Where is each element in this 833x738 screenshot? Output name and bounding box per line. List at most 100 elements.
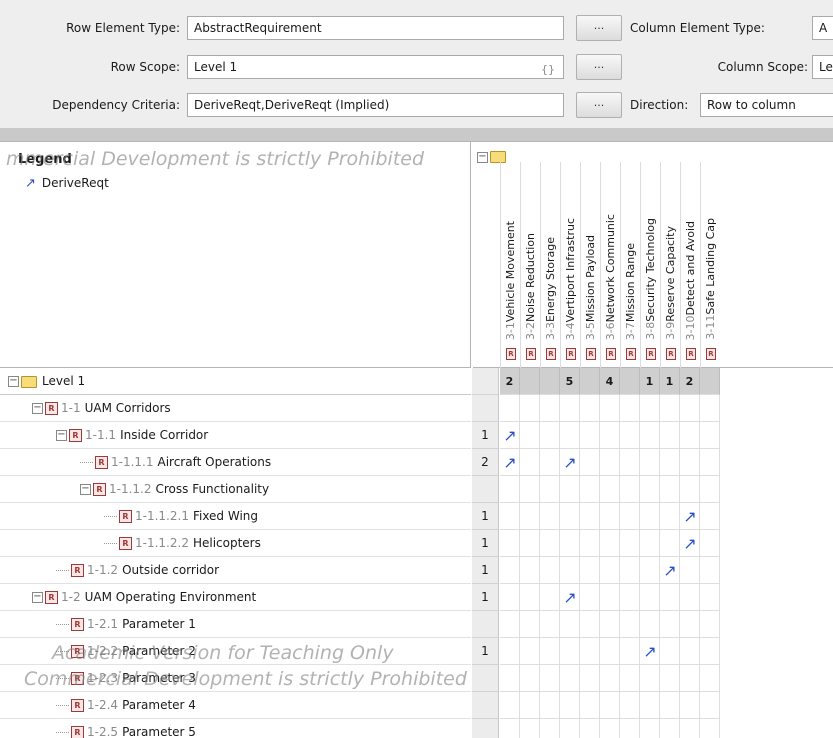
column-header-7[interactable]: 3-7Mission Range R	[620, 162, 640, 368]
matrix-cell[interactable]	[580, 611, 600, 638]
matrix-cell[interactable]	[600, 395, 620, 422]
matrix-cell[interactable]	[560, 611, 580, 638]
row-element-type-field[interactable]: AbstractRequirement	[187, 16, 564, 40]
column-header-8[interactable]: 3-8Security Technolog R	[640, 162, 660, 368]
matrix-cell[interactable]	[640, 665, 660, 692]
matrix-cell[interactable]	[600, 584, 620, 611]
matrix-cell[interactable]	[540, 503, 560, 530]
matrix-cell[interactable]	[640, 422, 660, 449]
matrix-cell[interactable]	[600, 476, 620, 503]
matrix-cell[interactable]	[540, 530, 560, 557]
column-header-3[interactable]: 3-3Energy Storage R	[540, 162, 560, 368]
row-element-type-pick-button[interactable]: ...	[576, 15, 622, 41]
column-header-1[interactable]: 3-1Vehicle Movement R	[500, 162, 520, 368]
matrix-cell[interactable]	[660, 422, 680, 449]
matrix-cell[interactable]	[660, 449, 680, 476]
matrix-cell[interactable]	[580, 503, 600, 530]
matrix-cell[interactable]	[560, 395, 580, 422]
direction-select[interactable]: Row to column	[700, 93, 833, 117]
matrix-cell[interactable]	[600, 449, 620, 476]
column-header-9[interactable]: 3-9Reserve Capacity R	[660, 162, 680, 368]
matrix-cell[interactable]	[620, 719, 640, 738]
matrix-cell[interactable]	[640, 476, 660, 503]
tree-row[interactable]: R 1-2.2 Parameter 2	[0, 638, 471, 665]
matrix-cell[interactable]	[680, 611, 700, 638]
matrix-cell[interactable]	[560, 692, 580, 719]
matrix-cell[interactable]	[520, 422, 540, 449]
matrix-cell[interactable]	[680, 557, 700, 584]
matrix-cell[interactable]	[540, 557, 560, 584]
collapse-icon[interactable]: −	[80, 484, 91, 495]
matrix-cell[interactable]	[580, 530, 600, 557]
matrix-cell[interactable]	[500, 638, 520, 665]
matrix-cell[interactable]	[660, 584, 680, 611]
matrix-cell[interactable]	[640, 719, 660, 738]
matrix-cell[interactable]	[660, 395, 680, 422]
dependency-criteria-pick-button[interactable]: ...	[576, 92, 622, 118]
matrix-cell[interactable]	[700, 584, 720, 611]
collapse-icon[interactable]: −	[8, 376, 19, 387]
matrix-cell[interactable]	[540, 395, 560, 422]
matrix-cell[interactable]	[640, 449, 660, 476]
derive-arrow-icon[interactable]: ↗	[680, 530, 700, 557]
matrix-cell[interactable]	[680, 719, 700, 738]
row-scope-field[interactable]: Level 1 {}	[187, 55, 564, 79]
column-header-4[interactable]: 3-4Vertiport Infrastruc R	[560, 162, 580, 368]
matrix-cell[interactable]	[640, 557, 660, 584]
matrix-cell[interactable]	[520, 638, 540, 665]
matrix-cell[interactable]	[580, 557, 600, 584]
tree-row[interactable]: − R 1-1 UAM Corridors	[0, 395, 471, 422]
matrix-cell[interactable]	[540, 692, 560, 719]
column-header-6[interactable]: 3-6Network Communic R	[600, 162, 620, 368]
matrix-cell[interactable]	[540, 638, 560, 665]
column-scope-field[interactable]: Le	[812, 55, 833, 79]
matrix-cell[interactable]	[620, 692, 640, 719]
matrix-cell[interactable]	[600, 692, 620, 719]
matrix-cell[interactable]	[540, 611, 560, 638]
matrix-cell[interactable]	[540, 476, 560, 503]
matrix-cell[interactable]	[640, 584, 660, 611]
matrix-cell[interactable]	[660, 692, 680, 719]
collapse-icon[interactable]: −	[477, 151, 488, 163]
matrix-cell[interactable]	[580, 692, 600, 719]
matrix-cell[interactable]	[640, 611, 660, 638]
tree-row[interactable]: R 1-2.4 Parameter 4	[0, 692, 471, 719]
matrix-cell[interactable]	[520, 665, 540, 692]
tree-row[interactable]: R 1-2.1 Parameter 1	[0, 611, 471, 638]
matrix-cell[interactable]	[700, 476, 720, 503]
matrix-cell[interactable]	[580, 584, 600, 611]
matrix-cell[interactable]	[500, 665, 520, 692]
matrix-cell[interactable]	[600, 530, 620, 557]
matrix-cell[interactable]	[700, 530, 720, 557]
tree-row[interactable]: R 1-1.1.2.1 Fixed Wing	[0, 503, 471, 530]
matrix-cell[interactable]	[700, 692, 720, 719]
matrix-cell[interactable]	[700, 665, 720, 692]
matrix-cell[interactable]	[700, 395, 720, 422]
derive-arrow-icon[interactable]: ↗	[640, 638, 660, 665]
tree-row[interactable]: − R 1-1.1.2 Cross Functionality	[0, 476, 471, 503]
matrix-cell[interactable]	[600, 422, 620, 449]
matrix-cell[interactable]	[660, 719, 680, 738]
matrix-cell[interactable]	[680, 584, 700, 611]
matrix-cell[interactable]	[560, 557, 580, 584]
matrix-cell[interactable]	[500, 557, 520, 584]
matrix-cell[interactable]	[600, 638, 620, 665]
matrix-cell[interactable]	[640, 503, 660, 530]
matrix-cell[interactable]	[560, 665, 580, 692]
matrix-cell[interactable]	[600, 557, 620, 584]
matrix-cell[interactable]	[580, 665, 600, 692]
matrix-cell[interactable]	[580, 422, 600, 449]
matrix-cell[interactable]	[680, 692, 700, 719]
matrix-cell[interactable]	[580, 476, 600, 503]
matrix-cell[interactable]	[520, 584, 540, 611]
tree-row[interactable]: R 1-1.2 Outside corridor	[0, 557, 471, 584]
matrix-cell[interactable]	[700, 638, 720, 665]
matrix-cell[interactable]	[600, 665, 620, 692]
matrix-cell[interactable]	[500, 395, 520, 422]
derive-arrow-icon[interactable]: ↗	[500, 449, 520, 476]
matrix-cell[interactable]	[620, 557, 640, 584]
matrix-cell[interactable]	[680, 395, 700, 422]
matrix-cell[interactable]	[520, 503, 540, 530]
tree-row[interactable]: R 1-1.1.2.2 Helicopters	[0, 530, 471, 557]
tree-row[interactable]: R 1-1.1.1 Aircraft Operations	[0, 449, 471, 476]
